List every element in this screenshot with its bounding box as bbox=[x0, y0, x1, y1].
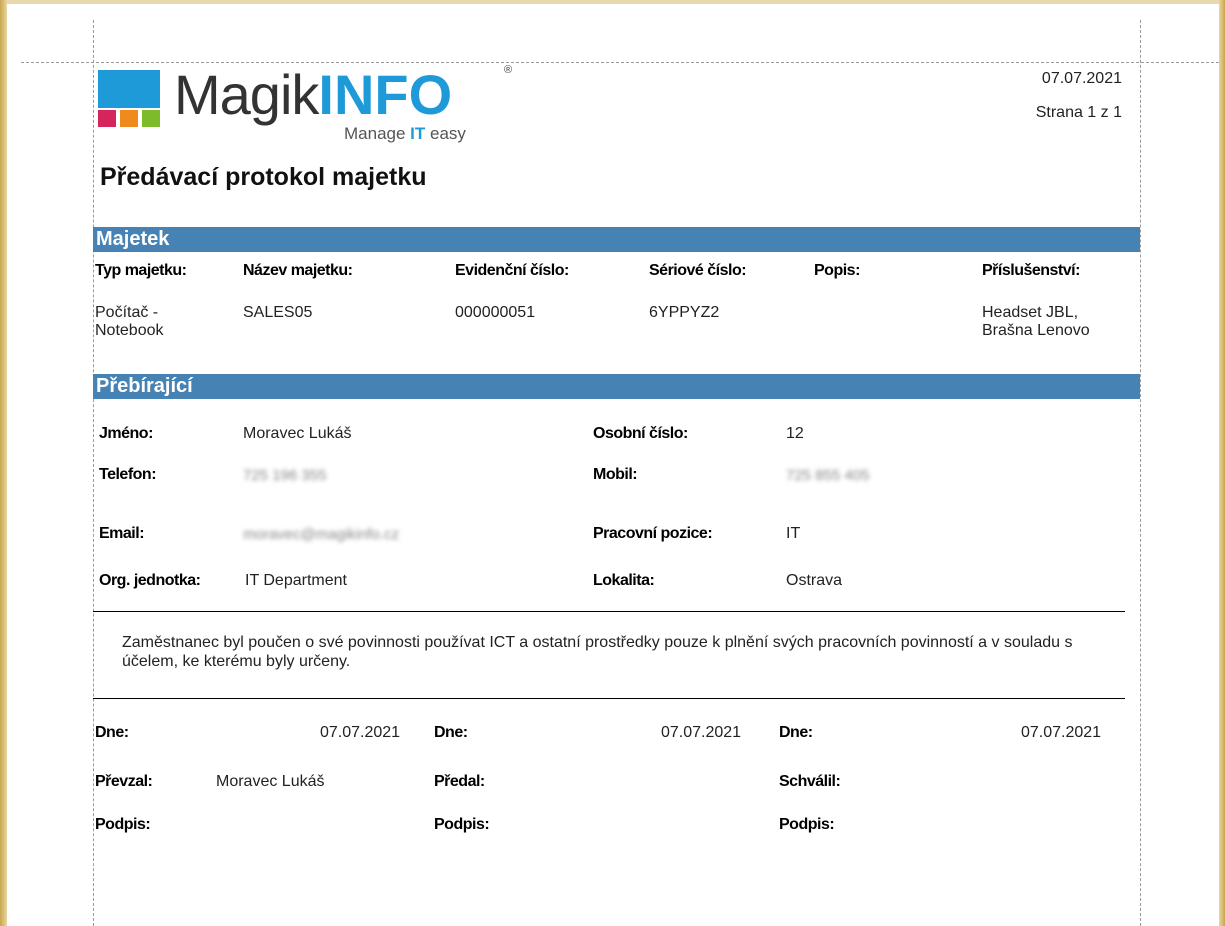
position-value: IT bbox=[786, 525, 801, 542]
column-header-serial-number: Sériové číslo: bbox=[649, 262, 747, 279]
asset-name-value: SALES05 bbox=[243, 304, 313, 321]
section-header-asset: Majetek bbox=[93, 227, 1140, 252]
location-value: Ostrava bbox=[786, 572, 843, 589]
window-frame-right bbox=[1219, 0, 1225, 926]
document-title: Předávací protokol majetku bbox=[100, 163, 427, 191]
mobile-label: Mobil: bbox=[593, 466, 638, 483]
date-label-handover: Dne: bbox=[434, 724, 468, 741]
section-header-recipient: Přebírající bbox=[93, 374, 1140, 399]
logo-green-square bbox=[142, 110, 160, 127]
location-label: Lokalita: bbox=[593, 572, 655, 589]
column-header-description: Popis: bbox=[814, 262, 860, 279]
page-number: Strana 1 z 1 bbox=[1035, 104, 1122, 121]
window-frame-left bbox=[0, 0, 7, 926]
name-value: Moravec Lukáš bbox=[243, 425, 352, 442]
margin-guide-left bbox=[93, 20, 94, 926]
divider-top bbox=[93, 611, 1125, 612]
asset-accessories-value: Headset JBL, Brašna Lenovo bbox=[982, 304, 1090, 339]
signature-label-receiver: Podpis: bbox=[95, 816, 151, 833]
signature-label-approver: Podpis: bbox=[779, 816, 835, 833]
mobile-value-redacted: 725 855 405 bbox=[786, 467, 870, 484]
received-by-value: Moravec Lukáš bbox=[216, 773, 325, 790]
asset-serial-number-value: 6YPPYZ2 bbox=[649, 304, 720, 321]
logo-wordmark: MagikINFO bbox=[174, 63, 453, 126]
logo-orange-square bbox=[120, 110, 138, 127]
logo-registered-mark: ® bbox=[504, 64, 513, 76]
signature-label-handover: Podpis: bbox=[434, 816, 490, 833]
date-value-approver: 07.07.2021 bbox=[1021, 724, 1102, 741]
date-label-approver: Dne: bbox=[779, 724, 813, 741]
date-value-handover: 07.07.2021 bbox=[661, 724, 742, 741]
approved-by-label: Schválil: bbox=[779, 773, 841, 790]
handed-by-label: Předal: bbox=[434, 773, 485, 790]
column-header-evidence-number: Evidenční číslo: bbox=[455, 262, 569, 279]
personal-number-label: Osobní číslo: bbox=[593, 425, 688, 442]
logo-blue-square bbox=[98, 70, 160, 108]
column-header-type: Typ majetku: bbox=[95, 262, 187, 279]
org-unit-label: Org. jednotka: bbox=[99, 572, 201, 589]
report-date: 07.07.2021 bbox=[1041, 70, 1122, 87]
phone-label: Telefon: bbox=[99, 466, 157, 483]
phone-value-redacted: 725 196 355 bbox=[243, 467, 327, 484]
acknowledgement-note: Zaměstnanec byl poučen o své povinnosti … bbox=[122, 634, 1073, 670]
date-label-receiver: Dne: bbox=[95, 724, 129, 741]
logo-red-square bbox=[98, 110, 116, 127]
name-label: Jméno: bbox=[99, 425, 153, 442]
personal-number-value: 12 bbox=[786, 425, 804, 442]
logo-tagline: Manage IT easy bbox=[344, 124, 466, 143]
email-label: Email: bbox=[99, 525, 145, 542]
magikinfo-logo: MagikINFO ® Manage IT easy bbox=[98, 62, 518, 154]
column-header-accessories: Příslušenství: bbox=[982, 262, 1080, 279]
margin-guide-right bbox=[1140, 20, 1141, 926]
position-label: Pracovní pozice: bbox=[593, 525, 713, 542]
divider-bottom bbox=[93, 698, 1125, 699]
email-value-redacted: moravec@magikinfo.cz bbox=[243, 526, 400, 543]
org-unit-value: IT Department bbox=[245, 572, 347, 589]
asset-evidence-number-value: 000000051 bbox=[455, 304, 536, 321]
asset-type-value: Počítač - Notebook bbox=[95, 304, 164, 339]
received-by-label: Převzal: bbox=[95, 773, 153, 790]
column-header-name: Název majetku: bbox=[243, 262, 353, 279]
date-value-receiver: 07.07.2021 bbox=[320, 724, 401, 741]
